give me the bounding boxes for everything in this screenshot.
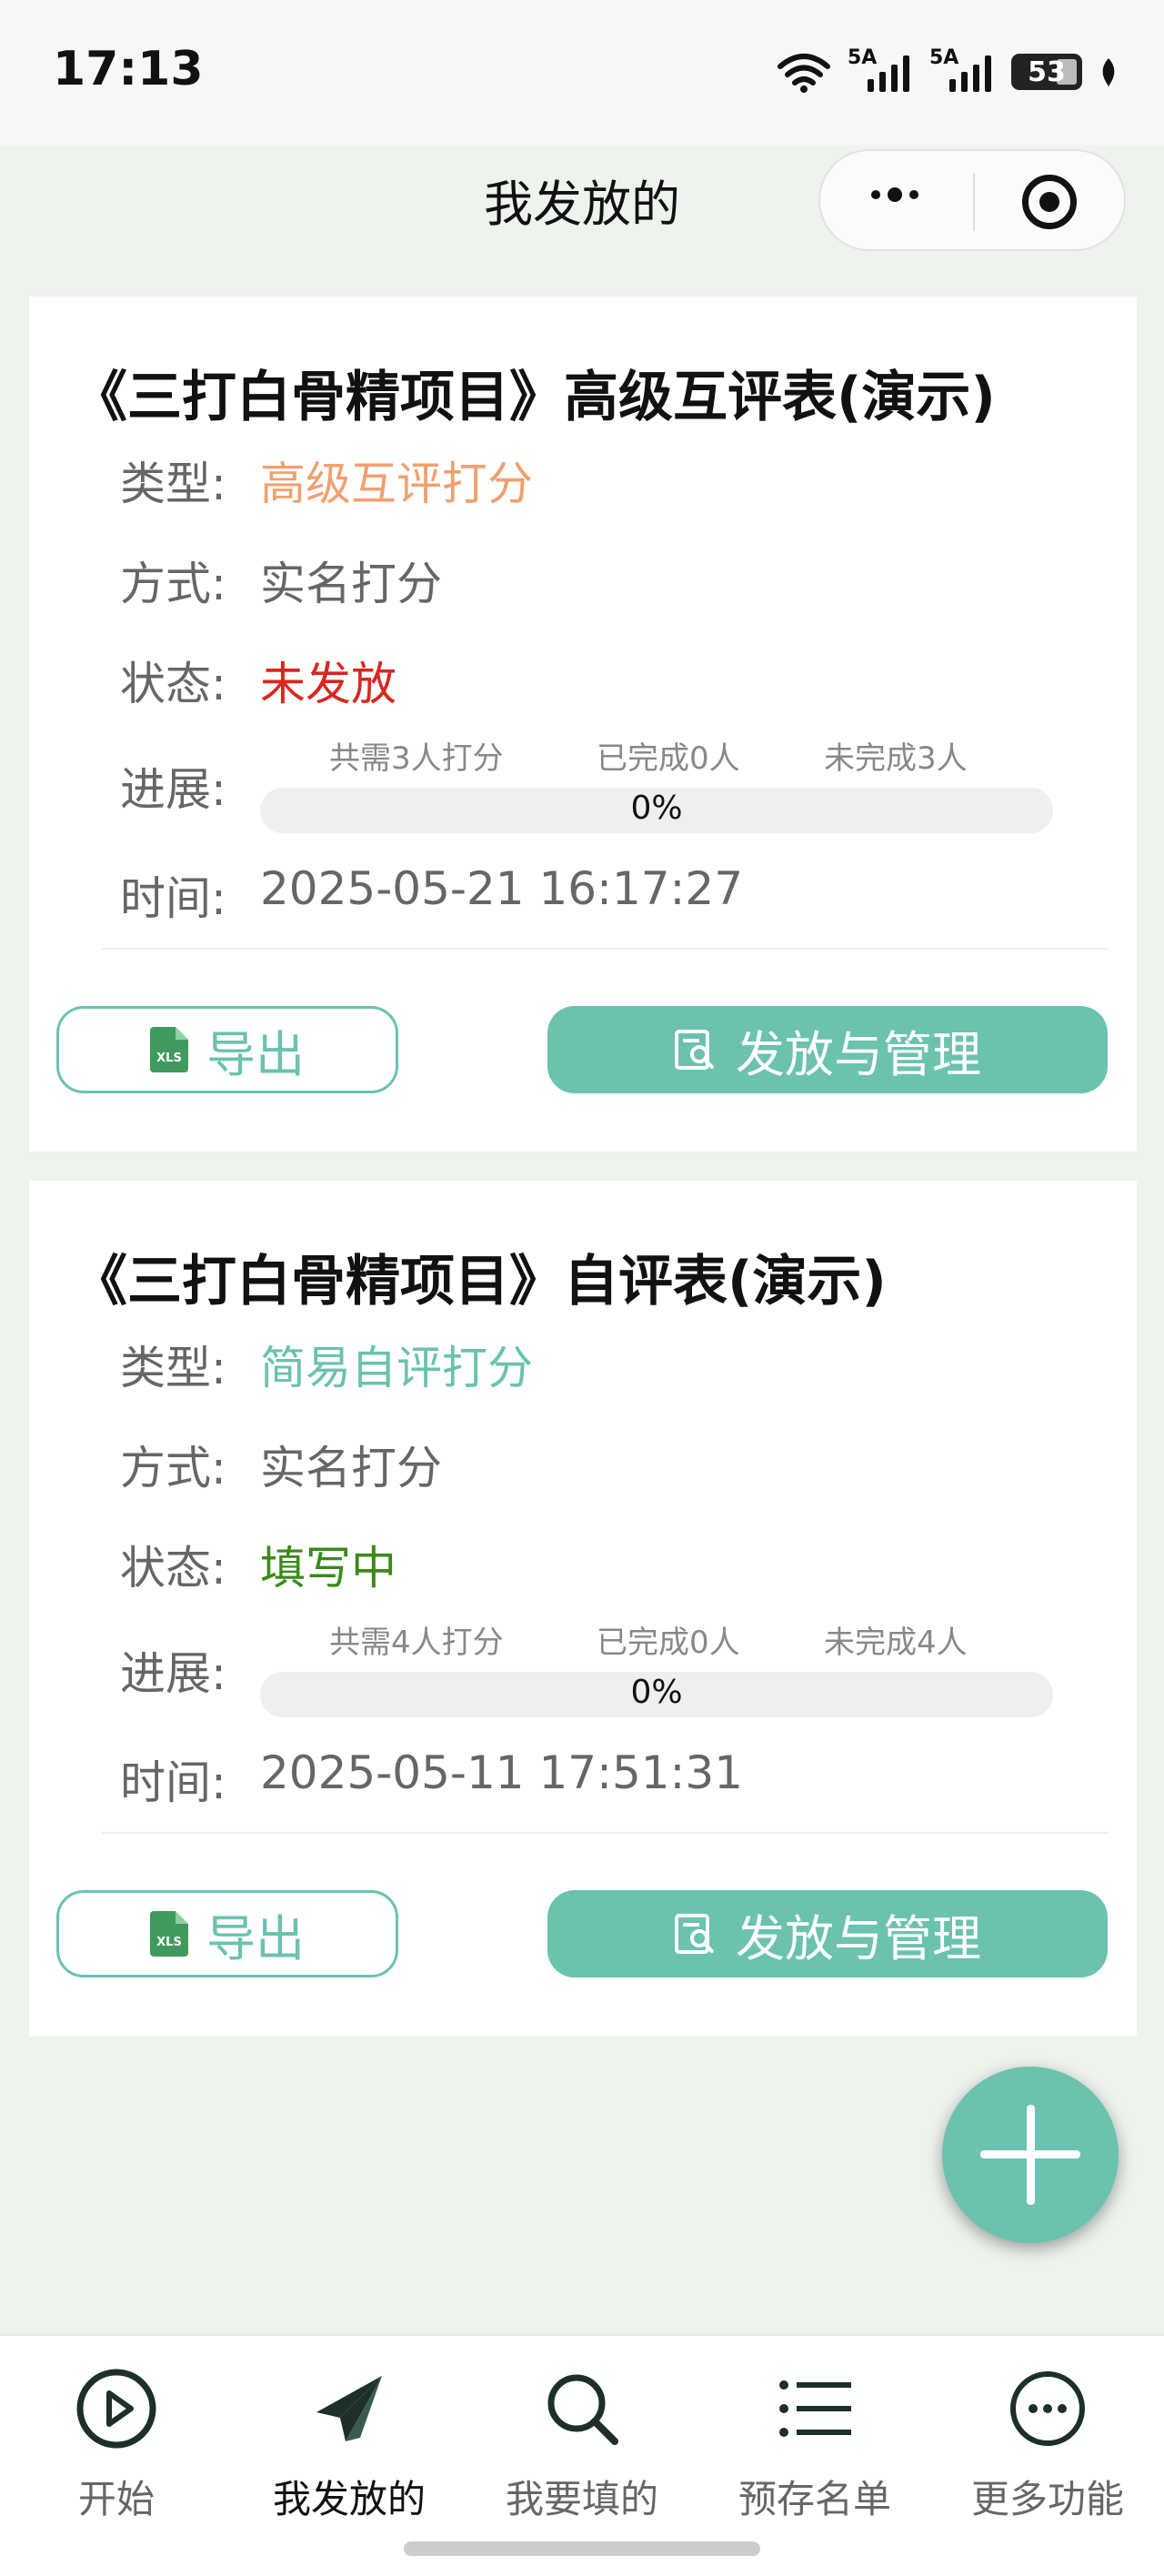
status-value: 填写中 bbox=[260, 1542, 396, 1595]
search-icon bbox=[547, 2374, 618, 2445]
progress-total: 共需3人打分 bbox=[329, 740, 504, 777]
export-button[interactable]: XLS 导出 bbox=[56, 1890, 398, 1977]
more-circle-icon bbox=[1010, 2371, 1085, 2446]
time-label: 时间: bbox=[120, 872, 226, 925]
method-value: 实名打分 bbox=[260, 558, 442, 610]
status-value: 未发放 bbox=[260, 658, 396, 710]
miniprogram-capsule bbox=[818, 149, 1126, 251]
card-title: 《三打白骨精项目》高级互评表(演示) bbox=[73, 366, 996, 429]
tab-more[interactable]: 更多功能 bbox=[948, 2354, 1148, 2536]
bottom-tab-bar: 开始 我发放的 我要填的 预存名单 更多功能 bbox=[0, 2334, 1164, 2576]
tab-start[interactable]: 开始 bbox=[16, 2354, 216, 2536]
time-label: 时间: bbox=[120, 1756, 226, 1809]
xls-file-icon: XLS bbox=[150, 1911, 188, 1957]
progress-label: 进展: bbox=[120, 1647, 226, 1700]
wifi-icon bbox=[778, 54, 830, 93]
progress-done: 已完成0人 bbox=[597, 740, 740, 777]
tab-my-issued[interactable]: 我发放的 bbox=[249, 2354, 449, 2536]
add-button[interactable] bbox=[942, 2067, 1119, 2243]
progress-bar: 0% bbox=[260, 1672, 1053, 1717]
progress-todo: 未完成4人 bbox=[824, 1625, 968, 1661]
battery-icon: 53 bbox=[1011, 54, 1082, 90]
progress-percent: 0% bbox=[630, 790, 683, 827]
progress-label: 进展: bbox=[120, 763, 226, 816]
status-bar: 17:13 5A 5A 53 bbox=[0, 0, 1164, 146]
leaf-icon bbox=[1102, 58, 1115, 86]
manage-button[interactable]: 发放与管理 bbox=[547, 1006, 1108, 1093]
status-icons: 5A 5A 53 bbox=[777, 46, 1119, 96]
tab-to-fill[interactable]: 我要填的 bbox=[482, 2354, 682, 2536]
method-label: 方式: bbox=[120, 1442, 226, 1494]
export-button[interactable]: XLS 导出 bbox=[56, 1006, 398, 1093]
status-label: 状态: bbox=[120, 658, 226, 710]
status-time: 17:13 bbox=[53, 42, 204, 96]
close-miniprogram-button[interactable] bbox=[1022, 175, 1077, 229]
type-value: 高级互评打分 bbox=[260, 458, 533, 510]
time-value: 2025-05-11 17:51:31 bbox=[260, 1746, 744, 1799]
tab-saved-list[interactable]: 预存名单 bbox=[715, 2354, 915, 2536]
card-title: 《三打白骨精项目》自评表(演示) bbox=[73, 1250, 887, 1313]
document-search-icon bbox=[675, 1030, 714, 1070]
divider bbox=[102, 948, 1108, 950]
progress-percent: 0% bbox=[630, 1674, 683, 1711]
list-icon bbox=[779, 2380, 851, 2437]
more-button[interactable] bbox=[871, 187, 918, 202]
type-label: 类型: bbox=[120, 1342, 226, 1394]
document-search-icon bbox=[675, 1914, 714, 1954]
progress-total: 共需4人打分 bbox=[329, 1625, 504, 1661]
home-indicator bbox=[404, 2541, 760, 2556]
type-value: 简易自评打分 bbox=[260, 1342, 533, 1394]
progress-done: 已完成0人 bbox=[597, 1625, 740, 1661]
method-label: 方式: bbox=[120, 558, 226, 610]
progress-todo: 未完成3人 bbox=[824, 740, 968, 777]
xls-file-icon: XLS bbox=[150, 1027, 188, 1072]
cell-signal-icon: 5A bbox=[929, 46, 995, 92]
type-label: 类型: bbox=[120, 458, 226, 510]
manage-button[interactable]: 发放与管理 bbox=[547, 1890, 1108, 1977]
play-circle-icon bbox=[76, 2369, 156, 2449]
form-card: 《三打白骨精项目》高级互评表(演示) 类型: 高级互评打分 方式: 实名打分 状… bbox=[29, 297, 1137, 1152]
form-card: 《三打白骨精项目》自评表(演示) 类型: 简易自评打分 方式: 实名打分 状态:… bbox=[29, 1181, 1137, 2036]
progress-bar: 0% bbox=[260, 788, 1053, 833]
status-label: 状态: bbox=[120, 1542, 226, 1595]
cell-signal-icon: 5A bbox=[848, 46, 913, 92]
divider bbox=[102, 1832, 1108, 1834]
method-value: 实名打分 bbox=[260, 1442, 442, 1494]
paper-plane-icon bbox=[316, 2376, 382, 2441]
time-value: 2025-05-21 16:17:27 bbox=[260, 862, 744, 915]
